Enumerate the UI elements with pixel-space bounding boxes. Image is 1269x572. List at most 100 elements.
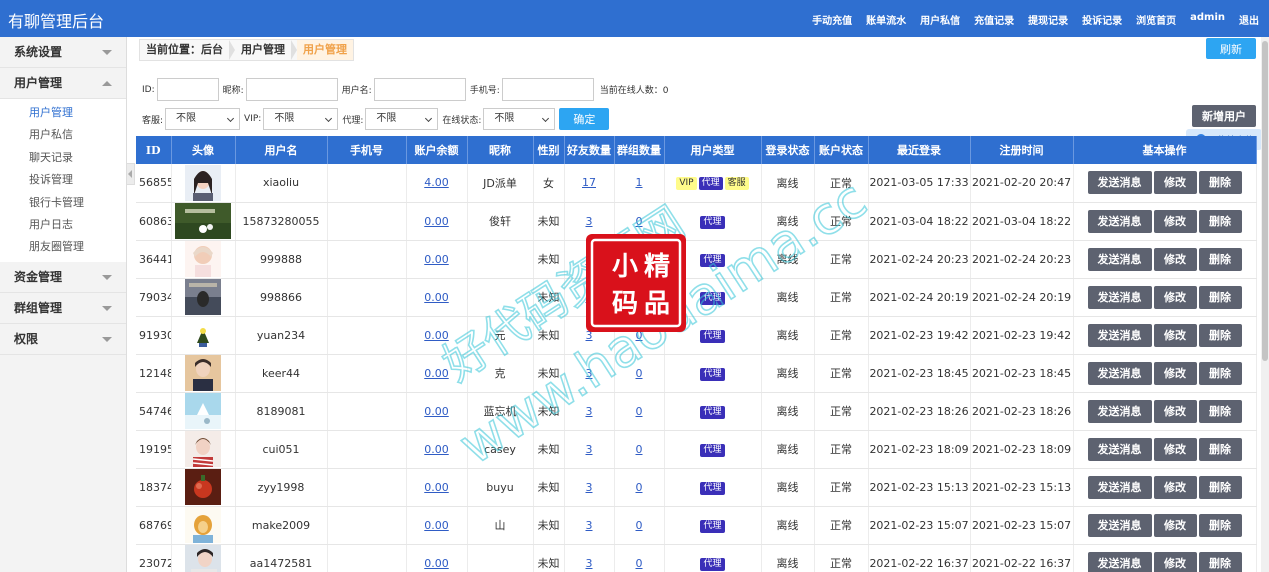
balance-link[interactable]: 0.00 <box>424 291 449 304</box>
topnav-item[interactable]: 投诉记录 <box>1082 12 1122 27</box>
edit-button[interactable]: 修改 <box>1153 437 1197 461</box>
friends-link[interactable]: 17 <box>582 176 596 189</box>
balance-link[interactable]: 4.00 <box>424 176 449 189</box>
edit-button[interactable]: 修改 <box>1153 361 1197 385</box>
refresh-button[interactable]: 刷新 <box>1206 38 1256 59</box>
groups-link[interactable]: 1 <box>636 176 643 189</box>
send-message-button[interactable]: 发送消息 <box>1087 437 1152 461</box>
groups-link[interactable]: 0 <box>636 557 643 570</box>
agent-select[interactable]: 不限 <box>365 108 439 130</box>
sidebar-item[interactable]: 聊天记录 <box>0 147 126 169</box>
edit-button[interactable]: 修改 <box>1153 285 1197 309</box>
topnav-item[interactable]: 账单流水 <box>866 12 906 27</box>
sidebar-item[interactable]: 朋友圈管理 <box>0 236 126 258</box>
send-message-button[interactable]: 发送消息 <box>1087 247 1152 271</box>
friends-link[interactable]: 3 <box>586 405 593 418</box>
delete-button[interactable]: 删除 <box>1198 285 1242 309</box>
breadcrumb-section[interactable]: 用户管理 <box>235 40 291 60</box>
sidebar-item[interactable]: 投诉管理 <box>0 169 126 191</box>
edit-button[interactable]: 修改 <box>1153 399 1197 423</box>
friends-link[interactable]: 3 <box>586 367 593 380</box>
sidebar-item[interactable]: 用户日志 <box>0 214 126 236</box>
delete-button[interactable]: 删除 <box>1198 247 1242 271</box>
id-input[interactable] <box>156 78 219 101</box>
friends-link[interactable]: 3 <box>586 329 593 342</box>
delete-button[interactable]: 删除 <box>1198 513 1242 537</box>
delete-button[interactable]: 删除 <box>1198 399 1242 423</box>
friends-link[interactable]: 2 <box>586 253 593 266</box>
edit-button[interactable]: 修改 <box>1153 551 1197 572</box>
topnav-item[interactable]: 用户私信 <box>920 12 960 27</box>
vip-select[interactable]: 不限 <box>263 108 339 130</box>
balance-link[interactable]: 0.00 <box>424 215 449 228</box>
topnav-item[interactable]: 充值记录 <box>974 12 1014 27</box>
confirm-button[interactable]: 确定 <box>559 108 610 130</box>
send-message-button[interactable]: 发送消息 <box>1087 513 1152 537</box>
friends-link[interactable]: 3 <box>586 519 593 532</box>
balance-link[interactable]: 0.00 <box>424 443 449 456</box>
sidebar-collapse-handle[interactable] <box>127 163 135 185</box>
groups-link[interactable]: 0 <box>636 215 643 228</box>
balance-link[interactable]: 0.00 <box>424 367 449 380</box>
topnav-item[interactable]: 手动充值 <box>812 12 852 27</box>
edit-button[interactable]: 修改 <box>1153 475 1197 499</box>
edit-button[interactable]: 修改 <box>1153 171 1197 195</box>
scrollbar-thumb[interactable] <box>1262 41 1268 361</box>
delete-button[interactable]: 删除 <box>1198 551 1242 572</box>
groups-link[interactable]: 0 <box>636 481 643 494</box>
friends-link[interactable]: 3 <box>586 481 593 494</box>
topnav-item[interactable]: 提现记录 <box>1028 12 1068 27</box>
groups-link[interactable]: 0 <box>636 519 643 532</box>
delete-button[interactable]: 删除 <box>1198 475 1242 499</box>
edit-button[interactable]: 修改 <box>1153 209 1197 233</box>
delete-button[interactable]: 删除 <box>1198 323 1242 347</box>
sidebar-item[interactable]: 银行卡管理 <box>0 192 126 214</box>
groups-link[interactable]: 0 <box>636 253 643 266</box>
topnav-item[interactable]: admin <box>1190 12 1225 27</box>
groups-link[interactable]: 0 <box>636 291 643 304</box>
send-message-button[interactable]: 发送消息 <box>1087 551 1152 572</box>
sidebar-item[interactable]: 用户管理 <box>0 102 126 125</box>
service-select[interactable]: 不限 <box>165 108 241 130</box>
send-message-button[interactable]: 发送消息 <box>1087 285 1152 309</box>
add-user-button[interactable]: 新增用户 <box>1192 105 1256 127</box>
balance-link[interactable]: 0.00 <box>424 405 449 418</box>
sidebar-group[interactable]: 系统设置 <box>0 37 126 68</box>
sidebar-item[interactable]: 用户私信 <box>0 124 126 146</box>
delete-button[interactable]: 删除 <box>1198 361 1242 385</box>
edit-button[interactable]: 修改 <box>1153 247 1197 271</box>
balance-link[interactable]: 0.00 <box>424 557 449 570</box>
send-message-button[interactable]: 发送消息 <box>1087 475 1152 499</box>
groups-link[interactable]: 0 <box>636 405 643 418</box>
username-input[interactable] <box>373 78 466 101</box>
balance-link[interactable]: 0.00 <box>424 253 449 266</box>
friends-link[interactable]: 3 <box>586 557 593 570</box>
topnav-item[interactable]: 浏览首页 <box>1136 12 1176 27</box>
phone-input[interactable] <box>501 78 594 101</box>
send-message-button[interactable]: 发送消息 <box>1087 209 1152 233</box>
balance-link[interactable]: 0.00 <box>424 519 449 532</box>
groups-link[interactable]: 0 <box>636 367 643 380</box>
balance-link[interactable]: 0.00 <box>424 481 449 494</box>
balance-link[interactable]: 0.00 <box>424 329 449 342</box>
delete-button[interactable]: 删除 <box>1198 437 1242 461</box>
send-message-button[interactable]: 发送消息 <box>1087 323 1152 347</box>
nickname-input[interactable] <box>245 78 338 101</box>
friends-link[interactable]: 2 <box>586 291 593 304</box>
scrollbar[interactable] <box>1261 37 1269 572</box>
delete-button[interactable]: 删除 <box>1198 171 1242 195</box>
sidebar-group[interactable]: 权限 <box>0 324 126 355</box>
edit-button[interactable]: 修改 <box>1153 323 1197 347</box>
delete-button[interactable]: 删除 <box>1198 209 1242 233</box>
sidebar-group[interactable]: 群组管理 <box>0 293 126 324</box>
friends-link[interactable]: 3 <box>586 215 593 228</box>
sidebar-group[interactable]: 用户管理 <box>0 68 126 99</box>
groups-link[interactable]: 0 <box>636 329 643 342</box>
send-message-button[interactable]: 发送消息 <box>1087 171 1152 195</box>
online-status-select[interactable]: 不限 <box>483 108 556 130</box>
friends-link[interactable]: 3 <box>586 443 593 456</box>
groups-link[interactable]: 0 <box>636 443 643 456</box>
send-message-button[interactable]: 发送消息 <box>1087 399 1152 423</box>
breadcrumb-home[interactable]: 当前位置：后台 <box>140 40 229 60</box>
sidebar-group[interactable]: 资金管理 <box>0 262 126 293</box>
